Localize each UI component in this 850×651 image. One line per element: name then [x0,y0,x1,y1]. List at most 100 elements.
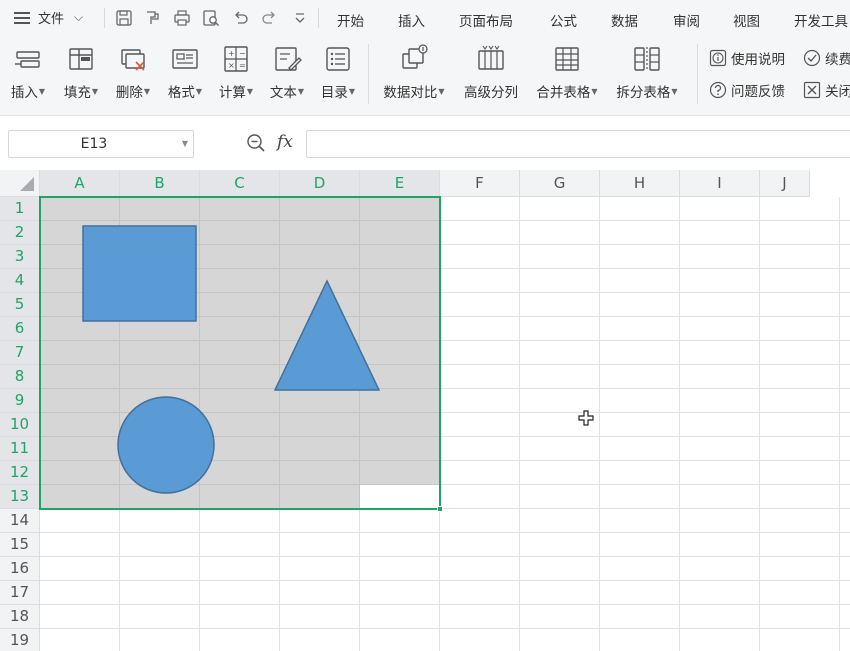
row-header-3[interactable]: 3 [0,245,40,269]
print-preview-icon[interactable] [200,7,222,29]
column-header-i[interactable]: I [680,170,760,197]
formula-input[interactable] [306,130,850,158]
tab-insert[interactable]: 插入 [398,10,425,30]
ribbon: 插入▼ 填充▼ 删除▼ 格式▼ + − × = 计算▼ 文本▼ 目录▼ 数据对比▼ 高… [0,36,850,116]
insert-button-label: 插入 [10,85,38,101]
text-button-label: 文本 [269,85,297,101]
caret-down-icon: ▼ [91,87,99,96]
row-header-2[interactable]: 2 [0,221,40,245]
caret-down-icon: ▼ [348,87,356,96]
fill-button[interactable]: 填充▼ [62,44,100,101]
caret-down-icon: ▼ [671,87,678,96]
caret-down-icon: ▼ [297,87,305,96]
fill-icon [69,48,93,70]
row-header-8[interactable]: 8 [0,365,40,389]
row-header-17[interactable]: 17 [0,581,40,605]
column-header-e[interactable]: E [360,170,440,197]
format-icon [172,49,198,69]
advanced-split-button[interactable]: 高级分列 [460,44,522,101]
feedback-button[interactable]: 问题反馈 [709,80,785,100]
row-header-13[interactable]: 13 [0,485,40,509]
check-circle-icon [803,49,821,67]
data-compare-icon [402,44,428,69]
svg-text:−: − [239,49,246,58]
hamburger-icon [14,11,32,25]
row-header-4[interactable]: 4 [0,269,40,293]
divider [104,8,105,28]
tab-formulas[interactable]: 公式 [550,10,577,30]
row-header-10[interactable]: 10 [0,413,40,437]
row-header-15[interactable]: 15 [0,533,40,557]
tab-page-layout[interactable]: 页面布局 [459,10,513,30]
save-icon[interactable] [113,7,135,29]
renew-button[interactable]: 续费 [803,48,850,68]
row-header-7[interactable]: 7 [0,341,40,365]
row-header-6[interactable]: 6 [0,317,40,341]
split-table-button[interactable]: 拆分表格▼ [612,44,682,101]
tab-home[interactable]: 开始 [337,10,364,30]
svg-text:=: = [239,61,246,70]
caret-down-icon: ▼ [143,87,151,96]
column-header-d[interactable]: D [280,170,360,197]
row-header-9[interactable]: 9 [0,389,40,413]
formula-bar: E13 ▼ fx [0,116,850,170]
row-header-12[interactable]: 12 [0,461,40,485]
format-button[interactable]: 格式▼ [164,44,206,101]
select-all-corner[interactable] [0,170,40,197]
function-button[interactable]: fx [277,132,293,152]
divider [318,8,319,28]
help-button[interactable]: 使用说明 [709,48,785,68]
row-header-18[interactable]: 18 [0,605,40,629]
name-box[interactable]: E13 ▼ [8,130,194,158]
customize-toolbar-icon[interactable] [289,7,311,29]
print-icon[interactable] [171,7,193,29]
close-button[interactable]: 关闭 [803,80,850,100]
tab-view[interactable]: 视图 [733,10,760,30]
column-header-g[interactable]: G [520,170,600,197]
svg-text:×: × [228,61,235,70]
close-icon [803,81,821,99]
column-header-j[interactable]: J [760,170,810,197]
calculate-button[interactable]: + − × = 计算▼ [215,44,257,101]
column-header-c[interactable]: C [200,170,280,197]
selection-border [39,196,441,510]
row-header-5[interactable]: 5 [0,293,40,317]
caret-down-icon: ▼ [591,87,598,96]
zoom-icon[interactable] [246,133,266,157]
row-header-11[interactable]: 11 [0,437,40,461]
merge-tables-icon [555,47,579,71]
select-all-triangle-icon [20,177,34,191]
tab-review[interactable]: 审阅 [673,10,700,30]
column-header-f[interactable]: F [440,170,520,197]
renew-label: 续费 [825,52,850,68]
undo-icon[interactable] [230,7,252,29]
info-icon [709,49,727,67]
column-header-a[interactable]: A [40,170,120,197]
column-header-b[interactable]: B [120,170,200,197]
caret-down-icon: ▼ [438,87,445,96]
toc-button[interactable]: 目录▼ [317,44,359,101]
fill-handle[interactable] [437,506,443,512]
tab-data[interactable]: 数据 [611,10,638,30]
insert-button[interactable]: 插入▼ [10,44,46,101]
delete-icon [121,49,145,71]
caret-down-icon: ▼ [181,139,188,148]
delete-button[interactable]: 删除▼ [112,44,154,101]
format-painter-icon[interactable] [141,7,163,29]
row-header-19[interactable]: 19 [0,629,40,651]
toc-button-label: 目录 [320,85,348,101]
row-header-16[interactable]: 16 [0,557,40,581]
file-menu[interactable]: 文件 ⌵ [14,8,83,27]
ribbon-divider [368,44,369,104]
merge-tables-button[interactable]: 合并表格▼ [532,44,602,101]
column-header-h[interactable]: H [600,170,680,197]
text-button[interactable]: 文本▼ [266,44,308,101]
tab-developer[interactable]: 开发工具 [794,10,848,30]
redo-icon[interactable] [258,7,280,29]
question-icon [709,81,727,99]
data-compare-button[interactable]: 数据对比▼ [379,44,449,101]
format-button-label: 格式 [167,85,195,101]
row-header-14[interactable]: 14 [0,509,40,533]
calculate-button-label: 计算 [218,85,246,101]
row-header-1[interactable]: 1 [0,197,40,221]
